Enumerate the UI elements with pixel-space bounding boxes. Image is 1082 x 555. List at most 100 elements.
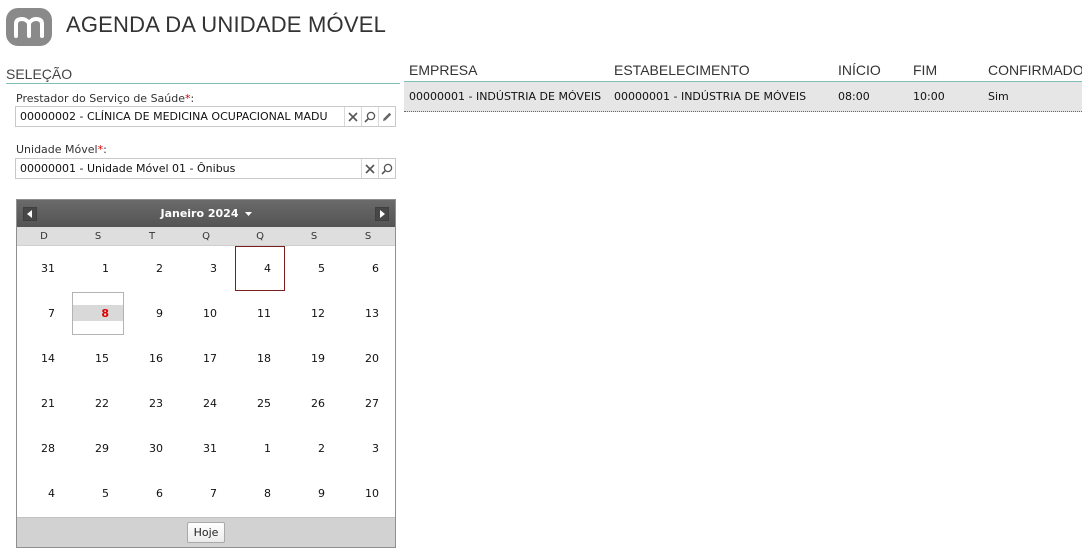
mobile-unit-clear-button[interactable] — [361, 159, 378, 178]
provider-label-text: Prestador do Serviço de Saúde — [16, 92, 186, 105]
calendar-day[interactable]: 26 — [287, 381, 341, 426]
calendar-day[interactable]: 7 — [179, 471, 233, 516]
calendar-day[interactable]: 20 — [341, 336, 395, 381]
calendar-header: Janeiro 2024 — [17, 200, 395, 227]
calendar-day[interactable]: 6 — [125, 471, 179, 516]
table-row[interactable]: 00000001 - INDÚSTRIA DE MÓVEIS 00000001 … — [404, 82, 1082, 112]
calendar-day[interactable]: 4 — [233, 246, 287, 291]
mobile-unit-search-button[interactable] — [378, 159, 395, 178]
calendar-day[interactable]: 1 — [71, 246, 125, 291]
calendar-day[interactable]: 4 — [17, 471, 71, 516]
calendar-day[interactable]: 29 — [71, 426, 125, 471]
selection-section-title: SELEÇÃO — [6, 66, 400, 84]
cell-empresa: 00000001 - INDÚSTRIA DE MÓVEIS — [409, 90, 602, 103]
calendar-day[interactable]: 11 — [233, 291, 287, 336]
calendar-day[interactable]: 21 — [17, 381, 71, 426]
calendar-day-number: 23 — [149, 397, 163, 410]
provider-search-button[interactable] — [361, 107, 378, 126]
triangle-left-icon — [27, 209, 32, 218]
calendar-day[interactable]: 17 — [179, 336, 233, 381]
calendar-day-number: 9 — [318, 487, 325, 500]
calendar-day-number: 31 — [41, 262, 55, 275]
column-header-fim[interactable]: FIM — [908, 62, 983, 78]
calendar-day-number: 13 — [365, 307, 379, 320]
calendar-day[interactable]: 24 — [179, 381, 233, 426]
pencil-icon — [383, 112, 392, 121]
mobile-unit-label-text: Unidade Móvel — [16, 143, 98, 156]
calendar-day[interactable]: 12 — [287, 291, 341, 336]
calendar-day[interactable]: 9 — [287, 471, 341, 516]
month-selector[interactable]: Janeiro 2024 — [160, 207, 252, 220]
calendar-day-number: 7 — [48, 307, 55, 320]
calendar-day[interactable]: 16 — [125, 336, 179, 381]
mobile-unit-label: Unidade Móvel*: — [16, 143, 107, 156]
calendar-day[interactable]: 14 — [17, 336, 71, 381]
calendar-day[interactable]: 2 — [287, 426, 341, 471]
mobile-unit-value[interactable]: 00000001 - Unidade Móvel 01 - Ônibus — [16, 162, 361, 175]
calendar-day[interactable]: 31 — [179, 426, 233, 471]
calendar-day-number: 27 — [365, 397, 379, 410]
calendar-day[interactable]: 28 — [17, 426, 71, 471]
calendar-day-number: 6 — [372, 262, 379, 275]
search-icon — [364, 111, 376, 123]
calendar-day[interactable]: 8 — [71, 291, 125, 336]
calendar-day-number: 10 — [365, 487, 379, 500]
calendar-day[interactable]: 9 — [125, 291, 179, 336]
calendar-day[interactable]: 5 — [287, 246, 341, 291]
calendar-day[interactable]: 8 — [233, 471, 287, 516]
calendar-day[interactable]: 3 — [341, 426, 395, 471]
calendar-day-number: 12 — [311, 307, 325, 320]
calendar-day[interactable]: 6 — [341, 246, 395, 291]
month-label: Janeiro 2024 — [160, 207, 239, 220]
calendar-day[interactable]: 18 — [233, 336, 287, 381]
calendar-day-number: 21 — [41, 397, 55, 410]
calendar-day[interactable]: 15 — [71, 336, 125, 381]
calendar-day[interactable]: 3 — [179, 246, 233, 291]
calendar-day-number: 16 — [149, 352, 163, 365]
column-header-confirmado[interactable]: CONFIRMADO — [983, 62, 1082, 78]
calendar-day-number: 5 — [102, 487, 109, 500]
calendar-day-number: 26 — [311, 397, 325, 410]
calendar-day[interactable]: 25 — [233, 381, 287, 426]
column-header-estabelecimento[interactable]: ESTABELECIMENTO — [609, 62, 833, 78]
calendar-day[interactable]: 22 — [71, 381, 125, 426]
weekday-label: S — [364, 230, 372, 242]
today-button[interactable]: Hoje — [186, 522, 226, 543]
provider-lookup-field[interactable]: 00000002 - CLÍNICA DE MEDICINA OCUPACION… — [15, 106, 396, 127]
weekday-header: D S T Q Q S S — [17, 227, 395, 246]
triangle-right-icon — [379, 209, 385, 218]
label-colon: : — [103, 143, 107, 156]
m-logo-icon — [14, 16, 44, 38]
provider-value[interactable]: 00000002 - CLÍNICA DE MEDICINA OCUPACION… — [16, 110, 344, 123]
calendar-day[interactable]: 2 — [125, 246, 179, 291]
calendar-day-number: 29 — [95, 442, 109, 455]
page-title: AGENDA DA UNIDADE MÓVEL — [66, 12, 387, 37]
calendar-day-number: 1 — [102, 262, 109, 275]
weekday-label: S — [94, 230, 102, 242]
prev-month-button[interactable] — [23, 206, 37, 221]
calendar-day-number: 20 — [365, 352, 379, 365]
provider-clear-button[interactable] — [344, 107, 361, 126]
provider-edit-button[interactable] — [378, 107, 395, 126]
calendar-day[interactable]: 10 — [179, 291, 233, 336]
calendar-day-number: 8 — [264, 487, 271, 500]
mobile-unit-lookup-field[interactable]: 00000001 - Unidade Móvel 01 - Ônibus — [15, 158, 396, 179]
calendar-day-number: 30 — [149, 442, 163, 455]
calendar-day-number: 2 — [318, 442, 325, 455]
next-month-button[interactable] — [374, 206, 389, 221]
calendar-day[interactable]: 31 — [17, 246, 71, 291]
calendar-day-number: 19 — [311, 352, 325, 365]
calendar-day[interactable]: 27 — [341, 381, 395, 426]
calendar-day[interactable]: 30 — [125, 426, 179, 471]
calendar-day-number: 25 — [257, 397, 271, 410]
calendar-day[interactable]: 23 — [125, 381, 179, 426]
calendar-day[interactable]: 10 — [341, 471, 395, 516]
column-header-inicio[interactable]: INÍCIO — [833, 62, 908, 78]
calendar-day[interactable]: 7 — [17, 291, 71, 336]
caret-down-icon — [244, 211, 252, 216]
calendar-day[interactable]: 19 — [287, 336, 341, 381]
calendar-day[interactable]: 13 — [341, 291, 395, 336]
calendar-day[interactable]: 1 — [233, 426, 287, 471]
calendar-day[interactable]: 5 — [71, 471, 125, 516]
column-header-empresa[interactable]: EMPRESA — [404, 62, 609, 78]
